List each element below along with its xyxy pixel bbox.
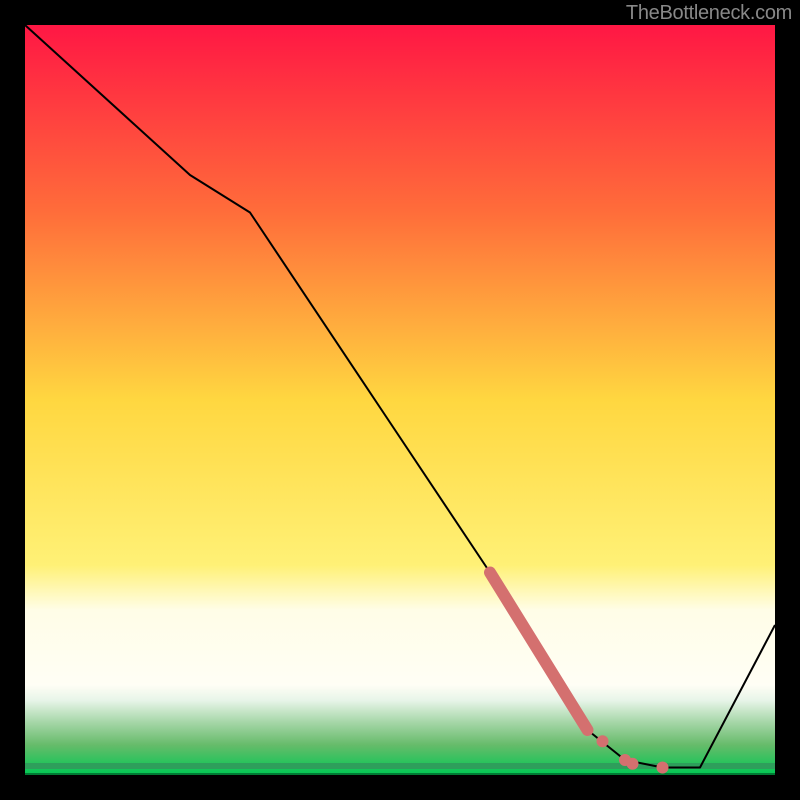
highlight-point <box>597 735 609 747</box>
watermark-text: TheBottleneck.com <box>626 2 792 25</box>
highlight-point <box>627 758 639 770</box>
chart-svg <box>25 25 775 775</box>
chart-container: TheBottleneck.com <box>0 0 800 800</box>
highlight-point <box>657 762 669 774</box>
plot-area <box>25 25 775 775</box>
